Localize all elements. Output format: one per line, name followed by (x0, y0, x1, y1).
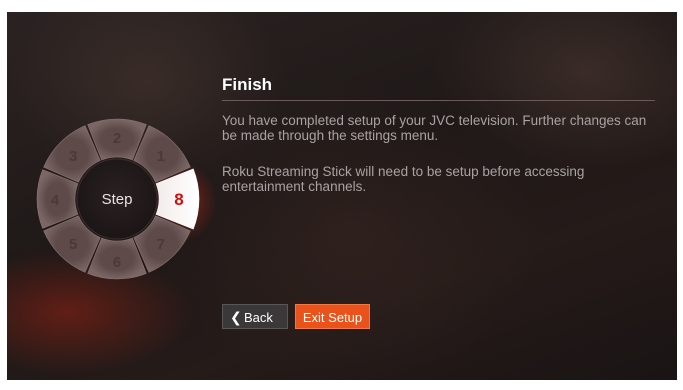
step-number-3: 3 (69, 148, 77, 165)
chevron-left-icon: ❮ (230, 309, 242, 325)
step-number-8: 8 (174, 190, 183, 209)
step-wheel: 1 2 3 4 5 6 7 8 Step (36, 118, 200, 280)
back-button[interactable]: ❮ Back (222, 304, 288, 329)
back-button-label: Back (244, 310, 273, 325)
page-title: Finish (222, 75, 273, 94)
step-number-5: 5 (69, 236, 77, 253)
step-number-1: 1 (157, 148, 165, 165)
completion-message: You have completed setup of your JVC tel… (222, 113, 647, 143)
title-divider (222, 100, 655, 101)
exit-setup-button[interactable]: Exit Setup (295, 304, 370, 329)
step-number-6: 6 (113, 254, 121, 271)
step-number-2: 2 (113, 130, 121, 147)
step-number-7: 7 (157, 236, 165, 253)
exit-setup-button-label: Exit Setup (302, 310, 363, 325)
step-center-label: Step (102, 191, 133, 208)
setup-screen: 1 2 3 4 5 6 7 8 Step Finish You have completed s… (7, 12, 677, 380)
streaming-stick-message: Roku Streaming Stick will need to be set… (222, 164, 585, 194)
step-number-4: 4 (51, 192, 60, 209)
